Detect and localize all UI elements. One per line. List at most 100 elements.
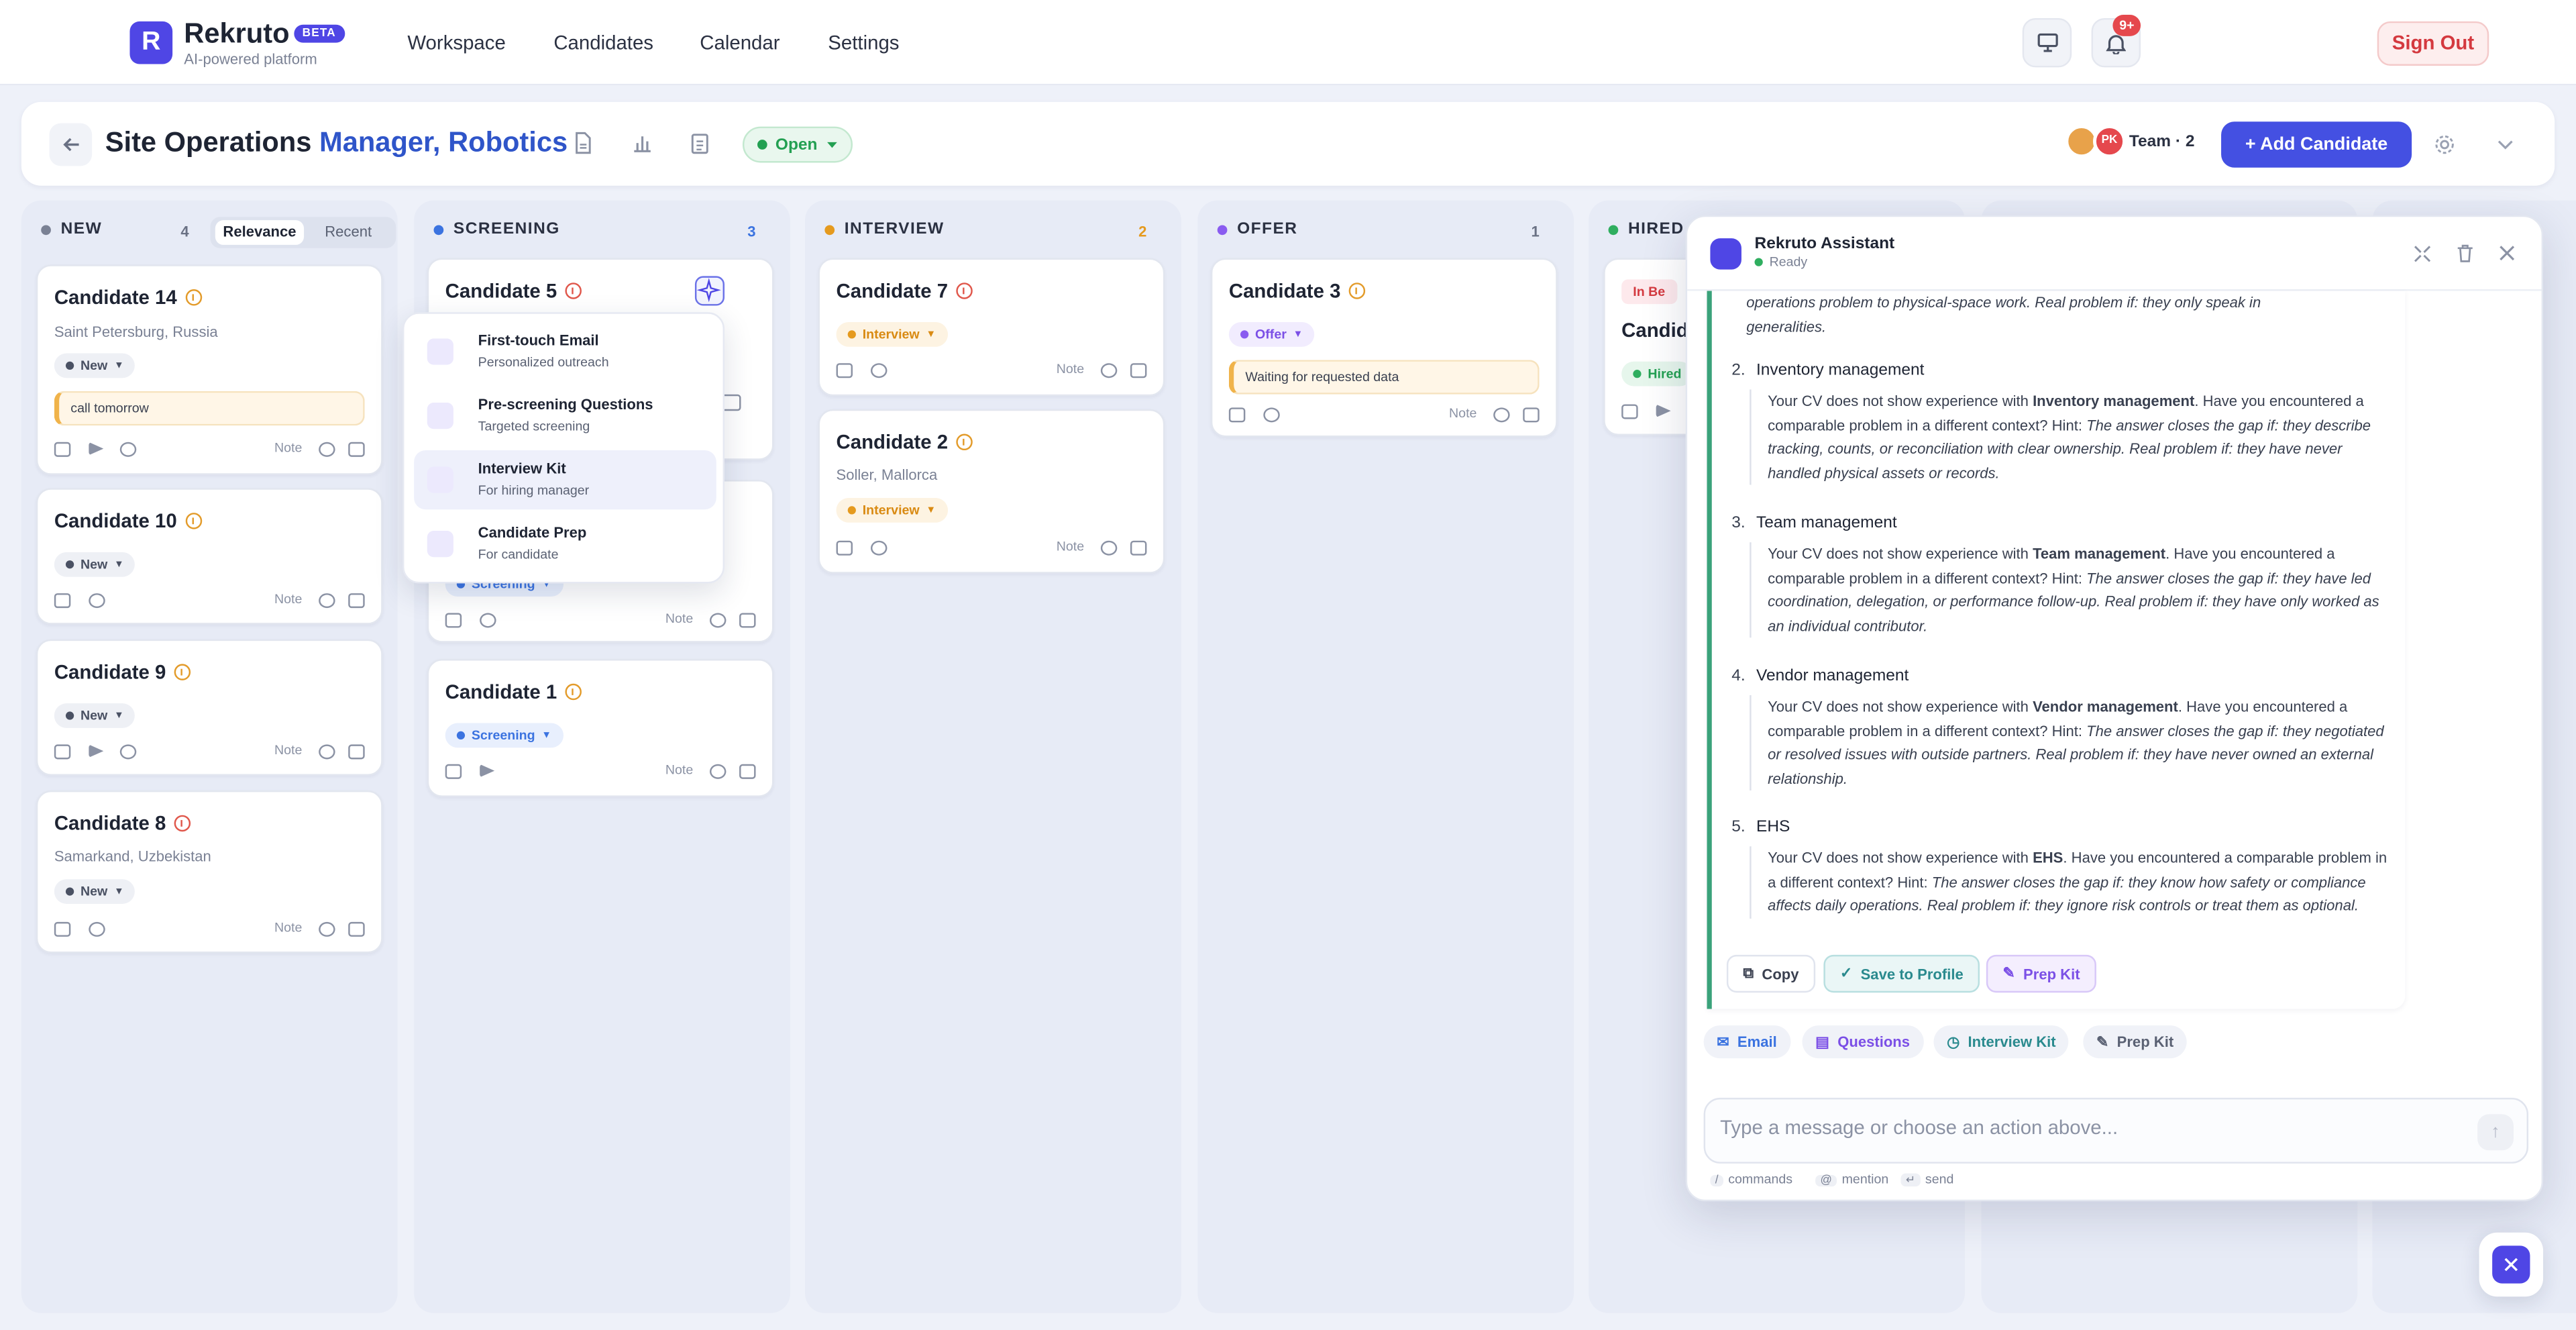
candidate-card[interactable]: Candidate 10 New ▼ Note: [36, 488, 383, 625]
add-candidate-button[interactable]: + Add Candidate: [2221, 121, 2412, 168]
gear-icon[interactable]: [2433, 133, 2456, 156]
nav-candidates[interactable]: Candidates: [553, 32, 653, 54]
calendar-icon[interactable]: [348, 593, 365, 609]
minimize-icon[interactable]: [2414, 245, 2432, 263]
calendar-icon[interactable]: [739, 764, 756, 779]
clock-icon[interactable]: [319, 744, 335, 760]
stage-dropdown[interactable]: Hired: [1621, 361, 1693, 387]
info-icon[interactable]: [1348, 283, 1366, 299]
send-icon[interactable]: [89, 442, 104, 456]
nav-settings[interactable]: Settings: [828, 32, 899, 54]
note-button[interactable]: Note: [665, 762, 693, 777]
whatsapp-icon[interactable]: [870, 540, 888, 556]
note-button[interactable]: Note: [274, 920, 302, 935]
assistant-message-input[interactable]: Type a message or choose an action above…: [1703, 1097, 2529, 1164]
info-icon[interactable]: [185, 513, 202, 529]
stage-dropdown[interactable]: Interview ▼: [836, 322, 948, 347]
mail-icon[interactable]: [1621, 404, 1638, 419]
info-icon[interactable]: [185, 289, 202, 306]
candidate-card[interactable]: Candidate 3 Offer ▼ Waiting for requested…: [1210, 258, 1558, 438]
mail-icon[interactable]: [445, 613, 462, 628]
stage-dropdown[interactable]: New ▼: [54, 879, 136, 904]
chart-icon[interactable]: [631, 132, 653, 154]
back-button[interactable]: [49, 123, 93, 166]
save-to-profile-button[interactable]: ✓ Save to Profile: [1823, 954, 1980, 993]
whatsapp-icon[interactable]: [119, 744, 137, 760]
close-icon[interactable]: [2499, 245, 2515, 261]
mail-icon[interactable]: [54, 744, 71, 760]
whatsapp-icon[interactable]: [480, 613, 496, 628]
stage-dropdown[interactable]: New ▼: [54, 703, 136, 728]
close-assistant-fab[interactable]: [2479, 1232, 2544, 1297]
menu-item-interview-kit[interactable]: Interview Kit For hiring manager: [414, 450, 716, 510]
ai-actions-button[interactable]: [694, 276, 725, 306]
quick-action-interview-kit[interactable]: ◷ Interview Kit: [1933, 1025, 2070, 1059]
trash-icon[interactable]: [2456, 243, 2474, 262]
whatsapp-icon[interactable]: [1263, 407, 1280, 423]
note-button[interactable]: Note: [274, 440, 302, 455]
monitor-button[interactable]: [2022, 17, 2072, 68]
stage-dropdown[interactable]: New ▼: [54, 552, 136, 577]
note-button[interactable]: Note: [1057, 362, 1084, 376]
menu-item-candidate-prep[interactable]: Candidate Prep For candidate: [414, 515, 716, 574]
note-button[interactable]: Note: [274, 743, 302, 758]
sort-relevance[interactable]: Relevance: [215, 220, 305, 245]
info-icon[interactable]: [174, 664, 191, 680]
stage-dropdown[interactable]: Offer ▼: [1228, 322, 1315, 347]
info-icon[interactable]: [956, 433, 973, 451]
team-count[interactable]: Team · 2: [2129, 133, 2195, 151]
document-icon[interactable]: [572, 132, 594, 154]
clock-icon[interactable]: [319, 593, 335, 609]
calendar-icon[interactable]: [1523, 407, 1540, 423]
mail-icon[interactable]: [445, 764, 462, 779]
menu-item-pre-screening[interactable]: Pre-screening Questions Targeted screenin…: [414, 387, 716, 446]
stage-dropdown[interactable]: Interview ▼: [836, 498, 948, 523]
note-button[interactable]: Note: [1449, 406, 1477, 421]
calendar-icon[interactable]: [348, 442, 365, 457]
calendar-icon[interactable]: [348, 744, 365, 760]
clock-icon[interactable]: [1493, 407, 1510, 423]
candidate-card[interactable]: Candidate 1 Screening ▼ Note: [427, 659, 774, 797]
menu-item-first-touch-email[interactable]: First-touch Email Personalized outreach: [414, 322, 716, 381]
info-icon[interactable]: [565, 283, 582, 299]
clipboard-icon[interactable]: [688, 132, 711, 154]
clock-icon[interactable]: [1100, 363, 1118, 378]
sign-out-button[interactable]: Sign Out: [2377, 21, 2489, 66]
whatsapp-icon[interactable]: [119, 442, 137, 457]
send-icon[interactable]: [89, 744, 104, 758]
whatsapp-icon[interactable]: [89, 593, 105, 609]
nav-workspace[interactable]: Workspace: [407, 32, 505, 54]
sort-recent[interactable]: Recent: [312, 220, 384, 245]
whatsapp-icon[interactable]: [870, 363, 888, 378]
mail-icon[interactable]: [54, 921, 71, 937]
copy-button[interactable]: ⧉ Copy: [1726, 954, 1815, 993]
candidate-card[interactable]: Candidate 7 Interview ▼ Note: [818, 258, 1165, 397]
info-icon[interactable]: [174, 815, 191, 832]
mail-icon[interactable]: [54, 593, 71, 609]
clock-icon[interactable]: [709, 613, 727, 628]
clock-icon[interactable]: [319, 921, 335, 937]
note-button[interactable]: Note: [274, 592, 302, 607]
note-button[interactable]: Note: [665, 611, 693, 626]
calendar-icon[interactable]: [1130, 363, 1147, 378]
collapse-chevron-icon[interactable]: [2497, 140, 2513, 150]
send-icon[interactable]: [1656, 404, 1671, 418]
mail-icon[interactable]: [1228, 407, 1246, 423]
nav-calendar[interactable]: Calendar: [700, 32, 780, 54]
job-status-dropdown[interactable]: Open: [742, 126, 853, 163]
logo-icon[interactable]: R: [129, 21, 173, 64]
calendar-icon[interactable]: [1130, 540, 1147, 556]
send-icon[interactable]: [480, 764, 495, 778]
quick-action-email[interactable]: ✉ Email: [1703, 1025, 1790, 1059]
quick-action-questions[interactable]: ▤ Questions: [1802, 1025, 1923, 1059]
stage-dropdown[interactable]: New ▼: [54, 353, 136, 378]
info-icon[interactable]: [565, 683, 582, 701]
prep-kit-button[interactable]: ✎ Prep Kit: [1986, 954, 2097, 993]
note-button[interactable]: Note: [1057, 539, 1084, 554]
clock-icon[interactable]: [319, 442, 335, 457]
send-button[interactable]: ↑: [2477, 1114, 2514, 1151]
candidate-card[interactable]: Candidate 8 Samarkand, Uzbekistan New ▼ N…: [36, 790, 383, 954]
calendar-icon[interactable]: [348, 921, 365, 937]
candidate-card[interactable]: Candidate 9 New ▼ Note: [36, 639, 383, 776]
clock-icon[interactable]: [1100, 540, 1118, 556]
